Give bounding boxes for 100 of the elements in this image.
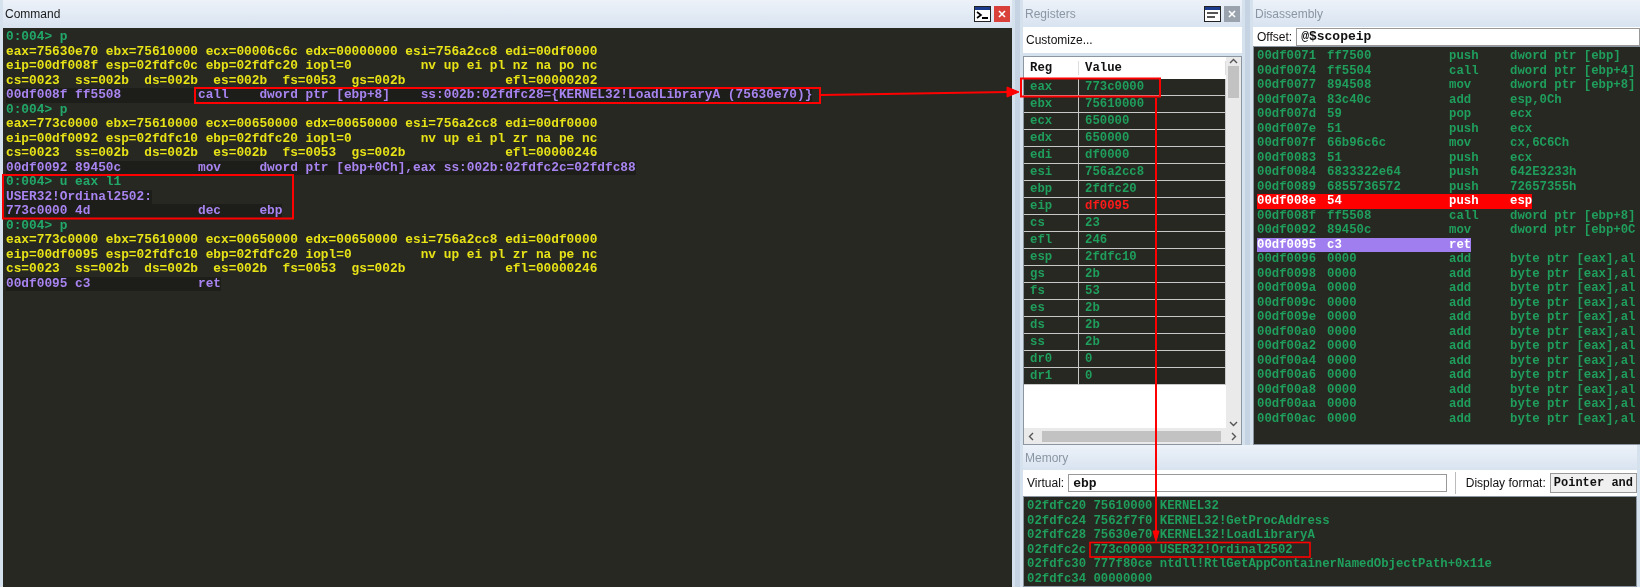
bytes-cell-text: 6855736572 [1327,179,1402,194]
command-prompt: 0:004> p [6,102,68,117]
mnemonic-cell-text: add [1449,281,1473,296]
disassembly-row[interactable]: 00df0084 6833322e64 push 642E3233h [1257,165,1577,180]
mnemonic-cell-text: add [1449,252,1473,267]
disassembly-row[interactable]: 00df0089 6855736572 push 72657355h [1257,179,1577,194]
bytes-cell-text: 0000 [1327,281,1358,296]
disassembly-row[interactable]: 00df00aa 0000 add byte ptr [eax],al [1257,397,1636,412]
disassembly-row[interactable]: 00df009e 0000 add byte ptr [eax],al [1257,310,1636,325]
register-dump: eax=75630e70 ebx=75610000 ecx=00006c6c edx=00000000 esi=756a2cc8 edi=00df0000 [6,44,598,59]
address-cell-text: 00df00a4 [1257,353,1318,368]
memory-symbol: USER32!Ordinal2502 [1159,543,1293,556]
scroll-right-icon[interactable] [1229,431,1238,441]
register-dump: eip=00df0092 esp=02fdfc10 ebp=02fdfc20 iopl=0 nv up ei pl zr na pe nc [6,131,598,146]
operands-cell: byte ptr [eax],al [1510,266,1636,281]
scroll-down-icon[interactable] [1229,419,1238,428]
scroll-up-icon[interactable] [1229,57,1238,66]
register-name: edx [1024,130,1079,146]
bytes-cell-text: 51 [1327,121,1343,136]
disassembly-row[interactable]: 00df009c 0000 add byte ptr [eax],al [1257,295,1636,310]
console-icon [975,7,990,21]
operands-cell: ecx [1510,150,1533,165]
mnemonic-cell-text: push [1449,49,1480,64]
disassembly-row[interactable]: 00df009a 0000 add byte ptr [eax],al [1257,281,1636,296]
disassembly-row[interactable]: 00df0095 c3 ret [1257,237,1472,252]
bytes-cell-text: 0000 [1327,252,1358,267]
address-cell-text: 00df009c [1257,295,1318,310]
disassembly-row[interactable]: 00df00a0 0000 add byte ptr [eax],al [1257,324,1636,339]
mnemonic-cell-text: add [1449,295,1473,310]
operands-cell: dword ptr [ebp+8] [1510,208,1636,223]
virtual-label: Virtual: [1027,476,1065,490]
address-cell-text: 00df0083 [1257,150,1318,165]
disassembly-row[interactable]: 00df00a6 0000 add byte ptr [eax],al [1257,368,1636,383]
operands-cell: byte ptr [eax],al [1510,397,1636,412]
customize-button[interactable]: Customize... [1026,33,1093,47]
window-title: Command [5,7,61,21]
disassembly-row[interactable]: 00df0071 ff7500 push dword ptr [ebp] [1257,49,1621,64]
disassembly-row[interactable]: 00df00ac 0000 add byte ptr [eax],al [1257,411,1636,426]
vertical-scrollbar[interactable] [1226,57,1241,428]
disassembly-row[interactable]: 00df008f ff5508 call dword ptr [ebp+8] [1257,208,1636,223]
bytes-cell-text: 0000 [1327,411,1358,426]
disassembly-row[interactable]: 00df00a8 0000 add byte ptr [eax],al [1257,382,1636,397]
scroll-left-icon[interactable] [1027,431,1036,441]
mnemonic-cell-text: add [1449,266,1473,281]
mnemonic-cell-text: add [1449,368,1473,383]
register-name: dr0 [1024,351,1079,367]
column-header[interactable]: Reg [1024,61,1079,75]
disassembly-row[interactable]: 00df0092 89450c mov dword ptr [ebp+0C [1257,223,1636,238]
mnemonic-cell-text: pop [1449,107,1473,122]
disassembly-row[interactable]: 00df007e 51 push ecx [1257,121,1533,136]
window-title: Registers [1025,6,1076,21]
operands-cell: byte ptr [eax],al [1510,295,1636,310]
address-cell-text: 00df009a [1257,281,1318,296]
address-cell-text: 00df007a [1257,92,1318,107]
offset-field[interactable]: @$scopeip [1296,27,1640,46]
disassembly-row[interactable]: 00df0083 51 push ecx [1257,150,1533,165]
memory-address: 02fdfc28 [1027,529,1087,542]
register-name: es [1024,300,1079,316]
display-format-dropdown[interactable]: Pointer and [1549,473,1637,493]
disassembly-row[interactable]: 00df0098 0000 add byte ptr [eax],al [1257,266,1636,281]
memory-symbol: KERNEL32!GetProcAddress [1159,514,1330,527]
disassembly-row[interactable]: 00df0074 ff5504 call dword ptr [ebp+4] [1257,63,1636,78]
disassembly-row[interactable]: 00df007a 83c40c add esp,0Ch [1257,92,1562,107]
disassembly-row[interactable]: 00df0077 894508 mov dword ptr [ebp+8] [1257,78,1636,93]
virtual-field[interactable]: ebp [1068,474,1447,492]
horizontal-scrollbar[interactable] [1024,428,1241,444]
console-button[interactable] [974,6,991,22]
disassembly-row[interactable]: 00df00a4 0000 add byte ptr [eax],al [1257,353,1636,368]
scrollbar-thumb[interactable] [1228,66,1239,98]
mnemonic-cell-text: push [1449,179,1480,194]
window-button[interactable] [1204,5,1221,22]
address-cell-text: 00df0074 [1257,63,1318,78]
disassembly-row[interactable]: 00df00a2 0000 add byte ptr [eax],al [1257,339,1636,354]
bytes-cell-text: ff5508 [1327,208,1373,223]
disassembly-row[interactable]: 00df008e 54 push esp [1257,194,1533,209]
window-title: Disassembly [1255,6,1323,21]
disassembly-row[interactable]: 00df007d 59 pop ecx [1257,107,1533,122]
window-icon [1205,6,1220,21]
operands-cell: byte ptr [eax],al [1510,411,1636,426]
operands-cell: 642E3233h [1510,165,1577,180]
register-name: eax [1024,79,1079,95]
register-name: dr1 [1024,368,1079,384]
bytes-cell-text: 83c40c [1327,92,1373,107]
mnemonic-cell-text: push [1449,150,1480,165]
mnemonic-cell-text: mov [1449,223,1473,238]
scrollbar-thumb[interactable] [1042,430,1221,442]
memory-value: 7562f7f0 [1093,514,1153,527]
command-prompt: 0:004> u eax l1 [6,175,122,190]
disassembly-row[interactable]: 00df0096 0000 add byte ptr [eax],al [1257,252,1636,267]
memory-symbol: KERNEL32!LoadLibraryA [1159,529,1315,542]
close-button[interactable] [994,6,1010,22]
symbol-label: USER32!Ordinal2502: [6,189,152,204]
register-name: efl [1024,232,1079,248]
operands-cell: esp,0Ch [1510,92,1562,107]
memory-address: 02fdfc24 [1027,514,1087,527]
operands-cell: 72657355h [1510,179,1577,194]
register-name: eip [1024,198,1079,214]
disassembly-row[interactable]: 00df007f 66b96c6c mov cx,6C6Ch [1257,136,1570,151]
address-cell-text: 00df00a8 [1257,382,1318,397]
address-cell-text: 00df00a0 [1257,324,1318,339]
